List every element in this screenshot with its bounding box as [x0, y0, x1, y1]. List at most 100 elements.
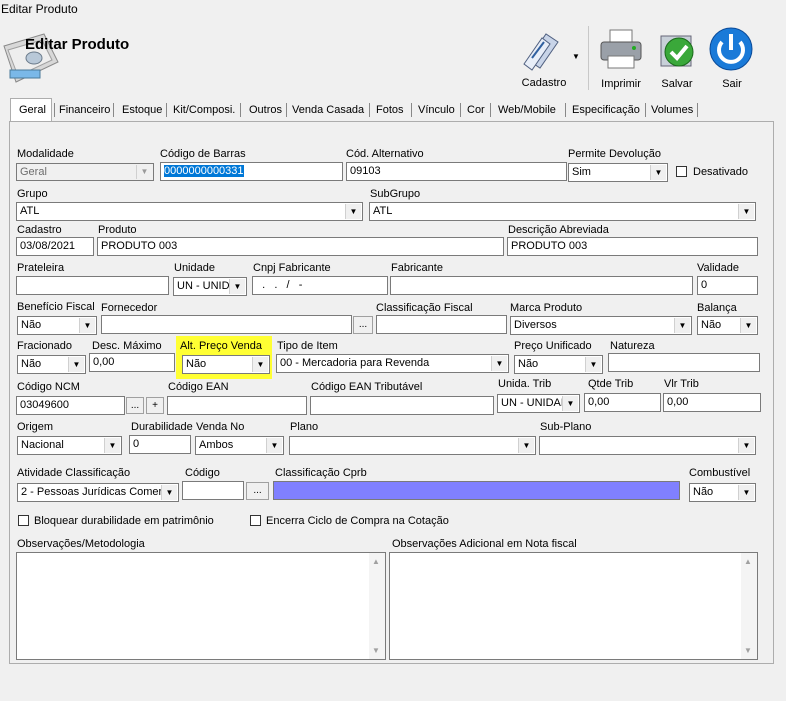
descricao-abreviada-label: Descrição Abreviada: [508, 224, 609, 236]
scroll-down-icon[interactable]: ▼: [372, 646, 380, 655]
grupo-select[interactable]: ATL ▼: [16, 202, 363, 221]
cod-alternativo-input[interactable]: 09103: [346, 162, 567, 181]
tipo-item-select[interactable]: 00 - Mercadoria para Revenda ▼: [276, 354, 509, 373]
unidade-label: Unidade: [174, 262, 215, 274]
tab-financeiro[interactable]: Financeiro: [55, 101, 114, 120]
scroll-down-icon[interactable]: ▼: [744, 646, 752, 655]
plano-select[interactable]: ▼: [289, 436, 536, 455]
durabilidade-input[interactable]: 0: [129, 435, 191, 454]
validade-input[interactable]: 0: [697, 276, 758, 295]
qtde-trib-input[interactable]: 0,00: [584, 393, 661, 412]
imprimir-button[interactable]: Imprimir: [594, 26, 648, 90]
tab-geral[interactable]: Geral: [15, 101, 50, 120]
sub-plano-select[interactable]: ▼: [539, 436, 756, 455]
cadastro-dropdown-icon[interactable]: ▼: [572, 52, 580, 61]
cnpj-fabricante-value: . . / -: [256, 279, 303, 291]
tab-venda-casada[interactable]: Venda Casada: [288, 101, 368, 120]
atividade-classificacao-select[interactable]: 2 - Pessoas Jurídicas Comerc ▼: [17, 483, 179, 502]
alt-preco-venda-select[interactable]: Não ▼: [182, 355, 270, 374]
produto-input[interactable]: PRODUTO 003: [97, 237, 504, 256]
scroll-up-icon[interactable]: ▲: [372, 557, 380, 566]
unida-trib-select[interactable]: UN - UNIDAD ▼: [497, 394, 580, 413]
tab-separator: [565, 103, 566, 117]
tab-especificacao[interactable]: Especificação: [568, 101, 644, 120]
codigo-barras-input[interactable]: 0000000000331: [160, 162, 343, 181]
unidade-select[interactable]: UN - UNIDA ▼: [173, 277, 247, 296]
sair-button[interactable]: Sair: [706, 26, 758, 90]
encerra-ciclo-label: Encerra Ciclo de Compra na Cotação: [266, 515, 449, 527]
observacoes-textarea[interactable]: ▲ ▼: [16, 552, 386, 660]
observacoes-nf-textarea[interactable]: ▲ ▼: [389, 552, 758, 660]
tab-cor[interactable]: Cor: [463, 101, 489, 120]
power-icon: [709, 27, 753, 71]
natureza-label: Natureza: [610, 340, 655, 352]
unidade-value: UN - UNIDA: [177, 280, 237, 292]
fabricante-input[interactable]: [390, 276, 693, 295]
tab-separator: [460, 103, 461, 117]
tipo-item-value: 00 - Mercadoria para Revenda: [280, 357, 430, 369]
cnpj-fabricante-label: Cnpj Fabricante: [253, 262, 331, 274]
vlr-trib-input[interactable]: 0,00: [663, 393, 761, 412]
bloquear-durabilidade-label: Bloquear durabilidade em patrimônio: [34, 515, 214, 527]
preco-unificado-select[interactable]: Não ▼: [514, 355, 603, 374]
chevron-down-icon: ▼: [585, 357, 601, 372]
combustivel-value: Não: [693, 486, 714, 498]
natureza-input[interactable]: [608, 353, 760, 372]
fornecedor-label: Fornecedor: [101, 302, 158, 314]
venda-no-select[interactable]: Ambos ▼: [195, 436, 284, 455]
observacoes-scrollbar[interactable]: ▲ ▼: [369, 553, 385, 659]
marca-produto-select[interactable]: Diversos ▼: [510, 316, 692, 335]
fornecedor-input[interactable]: [101, 315, 352, 334]
prateleira-input[interactable]: [16, 276, 169, 295]
chevron-down-icon: ▼: [345, 204, 361, 219]
observacoes-nf-scrollbar[interactable]: ▲ ▼: [741, 553, 757, 659]
fracionado-value: Não: [21, 358, 42, 370]
classificacao-fiscal-input[interactable]: [376, 315, 507, 334]
tab-separator: [166, 103, 167, 117]
classificacao-cprb-input[interactable]: [273, 481, 680, 500]
desc-maximo-input[interactable]: 0,00: [89, 353, 175, 372]
codigo-ean-input[interactable]: [167, 396, 307, 415]
sub-plano-label: Sub-Plano: [540, 421, 592, 433]
codigo-ncm-input[interactable]: 03049600: [16, 396, 125, 415]
tab-estoque[interactable]: Estoque: [118, 101, 166, 120]
balanca-select[interactable]: Não ▼: [697, 316, 758, 335]
tab-vinculo[interactable]: Vínculo: [414, 101, 459, 120]
desativado-checkbox[interactable]: [676, 166, 687, 177]
encerra-ciclo-checkbox[interactable]: [250, 515, 261, 526]
tab-separator: [411, 103, 412, 117]
cadastro-button[interactable]: ▼ Cadastro: [516, 26, 580, 90]
permite-devolucao-select[interactable]: Sim ▼: [568, 163, 668, 182]
tab-separator: [113, 103, 114, 117]
scroll-up-icon[interactable]: ▲: [744, 557, 752, 566]
ncm-add-button[interactable]: +: [146, 397, 164, 414]
bloquear-durabilidade-checkbox[interactable]: [18, 515, 29, 526]
origem-select[interactable]: Nacional ▼: [17, 436, 122, 455]
tab-volumes[interactable]: Volumes: [647, 101, 697, 120]
fornecedor-search-button[interactable]: ...: [353, 316, 373, 334]
cadastro-date-input[interactable]: 03/08/2021: [16, 237, 94, 256]
chevron-down-icon: ▼: [562, 396, 578, 411]
sair-label: Sair: [722, 78, 742, 90]
descricao-abreviada-input[interactable]: PRODUTO 003: [507, 237, 758, 256]
tab-web-mobile[interactable]: Web/Mobile: [494, 101, 560, 120]
combustivel-select[interactable]: Não ▼: [689, 483, 756, 502]
codigo-input[interactable]: [182, 481, 244, 500]
classificacao-cprb-label: Classificação Cprb: [275, 467, 367, 479]
tab-kit-composi[interactable]: Kit/Composi.: [169, 101, 239, 120]
tab-outros[interactable]: Outros: [245, 101, 286, 120]
observacoes-label: Observações/Metodologia: [17, 538, 145, 550]
codigo-ean-tributavel-input[interactable]: [310, 396, 494, 415]
ncm-search-button[interactable]: ...: [126, 397, 144, 414]
beneficio-fiscal-select[interactable]: Não ▼: [17, 316, 97, 335]
chevron-down-icon: ▼: [738, 485, 754, 500]
fracionado-select[interactable]: Não ▼: [17, 355, 86, 374]
codigo-search-button[interactable]: ...: [246, 482, 269, 500]
tab-fotos[interactable]: Fotos: [372, 101, 408, 120]
subgrupo-select[interactable]: ATL ▼: [369, 202, 756, 221]
cnpj-fabricante-input[interactable]: . . / -: [252, 276, 388, 295]
cadastro-label: Cadastro: [521, 77, 567, 89]
salvar-button[interactable]: Salvar: [650, 26, 704, 90]
alt-preco-venda-value: Não: [186, 358, 207, 370]
modalidade-select[interactable]: Geral ▼: [16, 163, 154, 181]
